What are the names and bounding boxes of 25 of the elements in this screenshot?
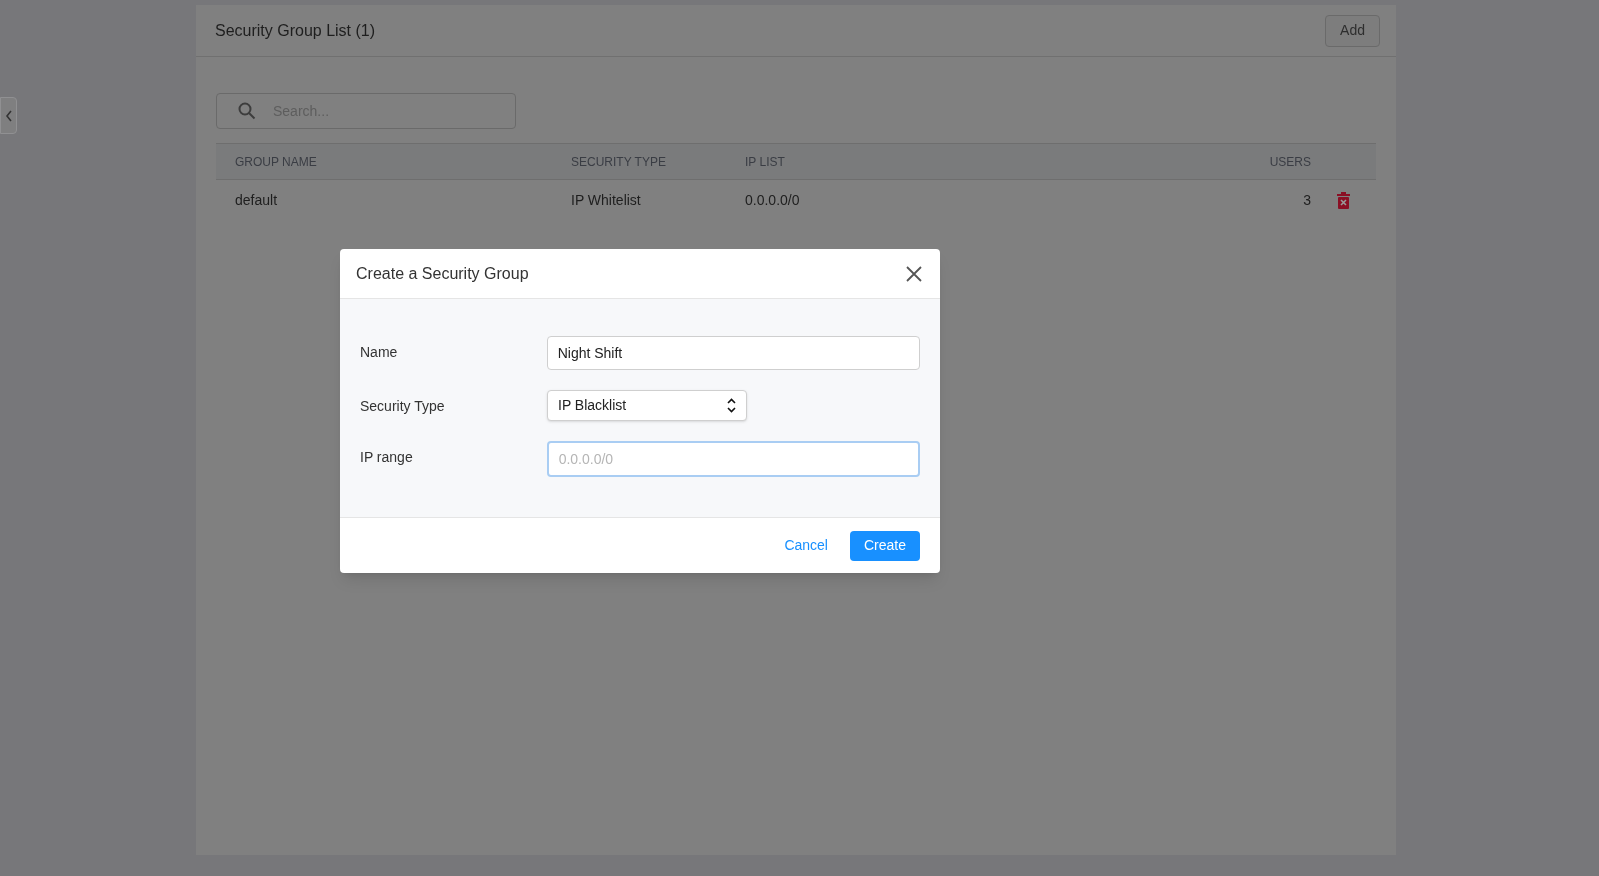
- column-header: IP LIST: [745, 153, 786, 171]
- field-label: IP range: [360, 448, 414, 467]
- column-header: USERS: [1268, 153, 1311, 171]
- delete-icon[interactable]: [1337, 191, 1350, 209]
- chevron-left-icon: [4, 109, 13, 122]
- collapse-tab[interactable]: [0, 97, 17, 134]
- updown-chevron-icon: [727, 398, 736, 413]
- text-field[interactable]: 0.0.0.0/0: [546, 441, 920, 477]
- table-cell-text: default: [235, 190, 279, 210]
- dialog-title: Create a Security Group: [356, 263, 529, 284]
- column-header: SECURITY TYPE: [571, 153, 667, 171]
- create-button[interactable]: Create: [849, 530, 920, 561]
- table-cell-text: IP Whitelist: [571, 190, 642, 210]
- add-button[interactable]: Add: [1325, 14, 1380, 47]
- text-field[interactable]: Night Shift: [546, 336, 920, 370]
- field-label: Security Type: [360, 397, 446, 416]
- field-label: Name: [360, 343, 399, 362]
- panel-title: Security Group List (1): [215, 20, 376, 41]
- cancel-link[interactable]: Cancel: [784, 535, 828, 556]
- column-header: GROUP NAME: [235, 153, 318, 171]
- table-cell-text: 3: [1302, 190, 1311, 210]
- select-field[interactable]: IP Blacklist: [547, 390, 747, 421]
- search-icon: [238, 102, 256, 120]
- close-icon[interactable]: [906, 265, 922, 282]
- table-cell-text: 0.0.0.0/0: [745, 190, 801, 210]
